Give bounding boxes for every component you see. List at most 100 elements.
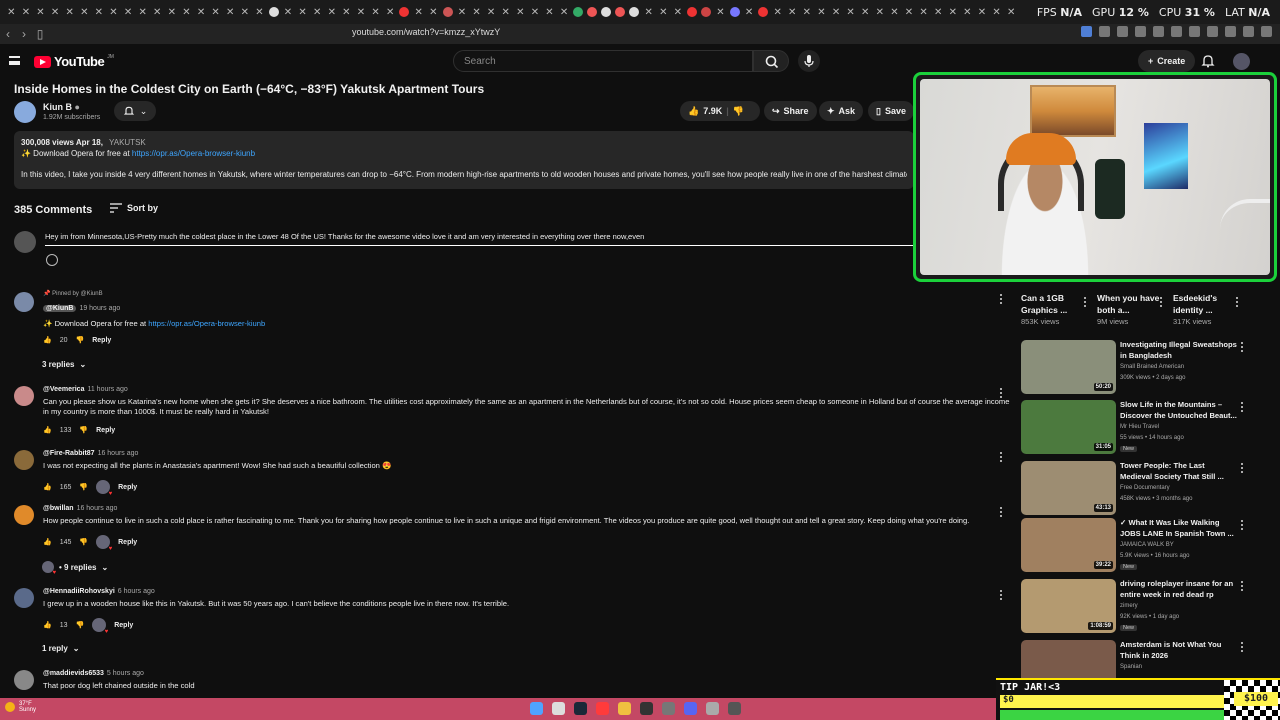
save-button[interactable]: ▯ Save — [868, 101, 914, 121]
extension-icon[interactable] — [1243, 26, 1254, 37]
more-options-icon[interactable] — [1241, 342, 1244, 352]
rec-title[interactable]: driving roleplayer insane for an entire … — [1120, 579, 1238, 600]
tab-close-icon[interactable]: ✕ — [873, 2, 888, 22]
tab-close-icon[interactable]: ✕ — [121, 2, 136, 22]
more-options-icon[interactable] — [1160, 297, 1163, 307]
comment-time[interactable]: 5 hours ago — [107, 670, 144, 677]
comment-author[interactable]: @maddievids6533 — [43, 670, 104, 677]
reply-button[interactable]: Reply — [114, 622, 133, 629]
tab-close-icon[interactable]: ✕ — [48, 2, 63, 22]
tab-favicon-icon[interactable] — [615, 7, 626, 17]
comment-time[interactable]: 19 hours ago — [79, 305, 120, 312]
tab-close-icon[interactable]: ✕ — [469, 2, 484, 22]
video-thumbnail[interactable]: 31:05 — [1021, 400, 1116, 454]
voice-search-button[interactable] — [798, 50, 820, 72]
tab-close-icon[interactable]: ✕ — [295, 2, 310, 22]
account-avatar[interactable] — [1233, 53, 1250, 70]
tab-close-icon[interactable]: ✕ — [557, 2, 572, 22]
comment-author[interactable]: @HennadiiRohovskyi — [43, 588, 115, 595]
hashtag[interactable]: YAKUTSK — [109, 138, 146, 147]
reply-button[interactable]: Reply — [92, 337, 111, 344]
rec-title[interactable]: Amsterdam is Not What You Think in 2026 — [1120, 640, 1238, 661]
more-options-icon[interactable] — [1000, 294, 1003, 304]
more-options-icon[interactable] — [1241, 402, 1244, 412]
tab-close-icon[interactable]: ✕ — [411, 2, 426, 22]
extension-icon[interactable] — [1135, 26, 1146, 37]
like-icon[interactable]: 👍 — [43, 483, 52, 491]
app-icon[interactable] — [728, 702, 741, 715]
more-options-icon[interactable] — [1000, 452, 1003, 462]
more-options-icon[interactable] — [1241, 463, 1244, 473]
tab-close-icon[interactable]: ✕ — [916, 2, 931, 22]
rec-title[interactable]: Tower People: The Last Medieval Society … — [1120, 461, 1238, 482]
tab-close-icon[interactable]: ✕ — [62, 2, 77, 22]
extension-icon[interactable] — [1207, 26, 1218, 37]
video-thumbnail[interactable]: 43:13 — [1021, 461, 1116, 515]
tab-favicon-icon[interactable] — [687, 7, 698, 17]
tab-close-icon[interactable]: ✕ — [310, 2, 325, 22]
tab-close-icon[interactable]: ✕ — [902, 2, 917, 22]
more-options-icon[interactable] — [1236, 297, 1239, 307]
tab-close-icon[interactable]: ✕ — [368, 2, 383, 22]
tab-favicon-icon[interactable] — [587, 7, 598, 17]
comment-time[interactable]: 11 hours ago — [87, 386, 127, 393]
more-options-icon[interactable] — [1084, 297, 1087, 307]
tab-close-icon[interactable]: ✕ — [426, 2, 441, 22]
more-options-icon[interactable] — [1000, 507, 1003, 517]
description-box[interactable]: 300,008 views Apr 18, YAKUTSK ✨ Download … — [14, 131, 914, 189]
tab-close-icon[interactable]: ✕ — [641, 2, 656, 22]
comment-time[interactable]: 6 hours ago — [118, 588, 155, 595]
more-options-icon[interactable] — [1241, 581, 1244, 591]
tab-close-icon[interactable]: ✕ — [223, 2, 238, 22]
channel-avatar[interactable] — [14, 101, 36, 123]
video-thumbnail[interactable]: 50:20 — [1021, 340, 1116, 394]
more-options-icon[interactable] — [1000, 590, 1003, 600]
tab-close-icon[interactable]: ✕ — [77, 2, 92, 22]
replies-toggle[interactable]: • 9 replies⌄ — [42, 561, 108, 576]
comment-time[interactable]: 16 hours ago — [77, 505, 118, 512]
tab-close-icon[interactable]: ✕ — [829, 2, 844, 22]
rec-title[interactable]: Slow Life in the Mountains – Discover th… — [1120, 400, 1238, 421]
tab-favicon-icon[interactable] — [729, 7, 740, 17]
sidebar-toggle-icon[interactable]: ▯ — [32, 27, 48, 41]
tab-close-icon[interactable]: ✕ — [252, 2, 267, 22]
commenter-avatar[interactable] — [14, 670, 34, 690]
tab-close-icon[interactable]: ✕ — [513, 2, 528, 22]
thumbs-up-icon[interactable]: 👍 — [688, 106, 699, 117]
commenter-avatar[interactable] — [14, 505, 34, 525]
emoji-icon[interactable] — [46, 254, 58, 266]
tab-close-icon[interactable]: ✕ — [92, 2, 107, 22]
tab-favicon-icon[interactable] — [758, 7, 769, 17]
tab-close-icon[interactable]: ✕ — [989, 2, 1004, 22]
menu-icon[interactable] — [9, 56, 20, 65]
tab-close-icon[interactable]: ✕ — [324, 2, 339, 22]
rec-channel[interactable]: Spanian — [1120, 664, 1142, 670]
tab-close-icon[interactable]: ✕ — [354, 2, 369, 22]
dislike-icon[interactable]: 👎 — [76, 621, 85, 629]
tab-close-icon[interactable]: ✕ — [542, 2, 557, 22]
weather-widget[interactable]: 37°F Sunny — [5, 701, 36, 713]
url-field[interactable]: youtube.com/watch?v=kmzz_xYtwzY — [352, 27, 500, 37]
tab-close-icon[interactable]: ✕ — [814, 2, 829, 22]
tab-favicon-icon[interactable] — [601, 7, 612, 17]
replies-toggle[interactable]: 1 reply ⌄ — [42, 644, 80, 653]
share-button[interactable]: ↪ Share — [764, 101, 817, 121]
extension-icon[interactable] — [1261, 26, 1272, 37]
more-options-icon[interactable] — [1241, 642, 1244, 652]
replies-toggle[interactable]: 3 replies ⌄ — [42, 360, 86, 369]
browser-icon[interactable] — [596, 702, 609, 715]
youtube-logo[interactable]: YouTube JM — [34, 54, 114, 69]
tab-close-icon[interactable]: ✕ — [960, 2, 975, 22]
promo-link[interactable]: https://opr.as/Opera-browser-kiunb — [132, 149, 255, 158]
comment-author[interactable]: @Veemerica — [43, 386, 84, 393]
search-button[interactable] — [753, 50, 789, 72]
dislike-icon[interactable]: 👎 — [79, 426, 88, 434]
tab-close-icon[interactable]: ✕ — [281, 2, 296, 22]
commenter-avatar[interactable] — [14, 450, 34, 470]
tab-favicon-icon[interactable] — [399, 7, 410, 17]
reply-button[interactable]: Reply — [96, 427, 115, 434]
more-options-icon[interactable] — [1000, 388, 1003, 398]
comment-link[interactable]: https://opr.as/Opera-browser-kiunb — [148, 319, 265, 328]
like-icon[interactable]: 👍 — [43, 538, 52, 546]
tab-close-icon[interactable]: ✕ — [742, 2, 757, 22]
